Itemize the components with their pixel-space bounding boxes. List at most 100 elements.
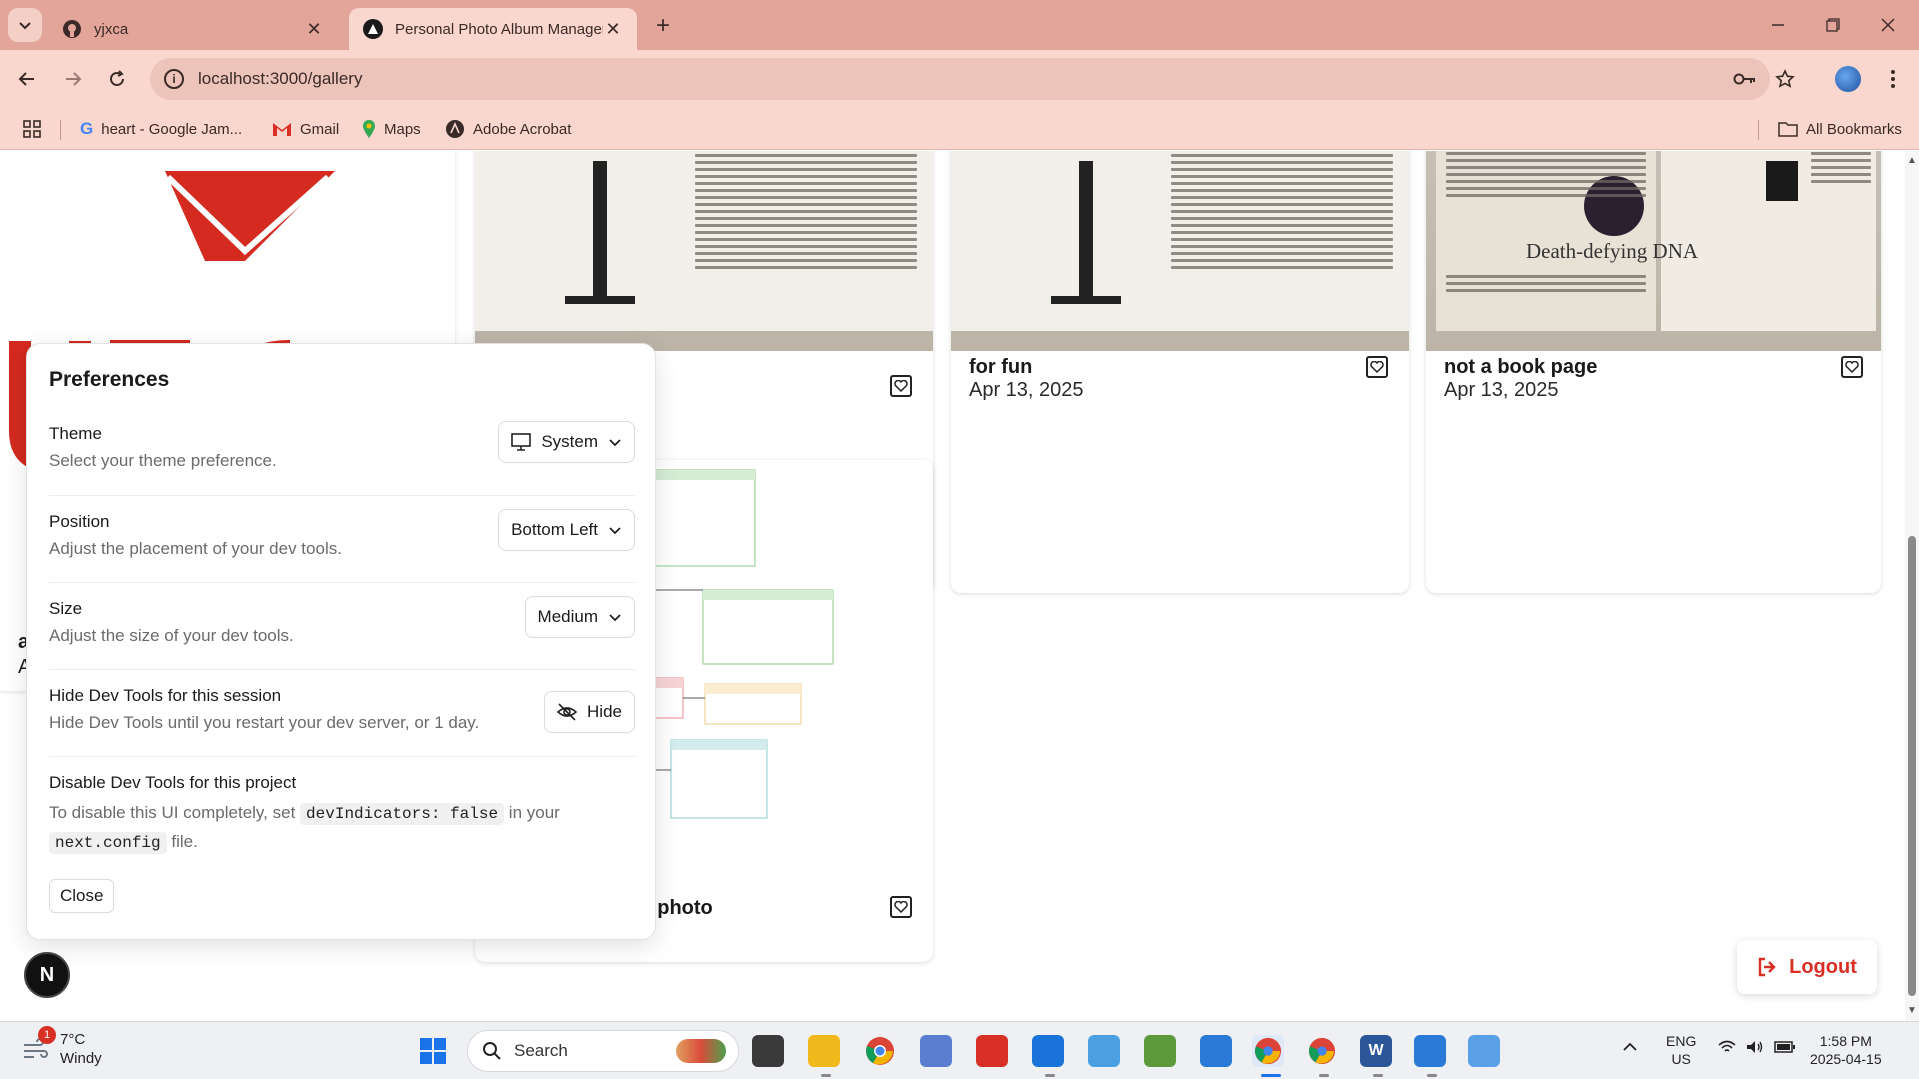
favorite-heart-icon[interactable] [890,375,912,397]
minimize-icon[interactable] [1758,8,1798,42]
kebab-menu-icon[interactable] [1876,62,1910,96]
back-icon[interactable] [10,62,44,96]
system-tray-icons[interactable] [1718,1040,1796,1054]
close-preferences-button[interactable]: Close [49,879,115,913]
favorite-heart-icon[interactable] [890,896,912,918]
logout-label: Logout [1789,955,1857,978]
chevron-down-icon [609,439,621,447]
address-bar[interactable]: i localhost:3000/gallery [150,58,1770,100]
running-indicator [1373,1074,1383,1077]
tab-search-button[interactable] [8,8,42,42]
vscode-icon[interactable] [1032,1035,1064,1067]
taskbar-search[interactable]: Search [467,1030,739,1072]
logout-button[interactable]: Logout [1737,940,1877,994]
preferences-title: Preferences [49,368,170,391]
disable-description: To disable this UI completely, set devIn… [49,799,635,857]
spreadsheet-app-icon[interactable] [1144,1035,1176,1067]
language-indicator[interactable]: ENG US [1666,1032,1696,1068]
visual-studio-icon[interactable] [1200,1035,1232,1067]
search-icon [483,1042,501,1060]
bookmark-acrobat[interactable]: Adobe Acrobat [445,116,571,142]
code-dev-indicators: devIndicators: false [300,803,505,825]
theme-label: Theme [49,424,102,443]
theme-description: Select your theme preference. [49,451,277,470]
close-tab-icon[interactable]: ✕ [603,19,623,40]
language-code: ENG [1666,1033,1697,1049]
bookmark-gmail[interactable]: Gmail [272,116,339,142]
chrome-profile-icon[interactable] [1306,1035,1338,1067]
bookmark-star-icon[interactable] [1768,62,1802,96]
favorite-heart-icon[interactable] [1841,356,1863,378]
disable-desc-text: To disable this UI completely, set [49,803,296,822]
hide-button[interactable]: Hide [544,691,635,733]
tab-strip: yjxca ✕ Personal Photo Album Manager ✕ + [0,0,1919,50]
windows-start-icon[interactable] [417,1035,449,1067]
weather-app-icon[interactable] [1088,1035,1120,1067]
running-indicator [1045,1074,1055,1077]
nextjs-dev-indicator-button[interactable]: N [24,952,70,998]
chrome-icon[interactable] [864,1035,896,1067]
task-view-icon[interactable] [752,1035,784,1067]
acrobat-icon [446,120,464,138]
profile-avatar[interactable] [1831,62,1865,96]
notepad-icon[interactable] [1414,1035,1446,1067]
github-icon [63,20,81,38]
favorite-heart-icon[interactable] [1366,356,1388,378]
forward-icon[interactable] [56,62,90,96]
wifi-icon [1718,1040,1736,1052]
photo-thumbnail[interactable] [951,151,1409,351]
apps-grid-icon[interactable] [22,116,42,142]
sign-out-icon [1758,957,1776,977]
bookmark-heart-google[interactable]: G heart - Google Jam... [80,116,242,142]
new-tab-icon[interactable]: + [650,12,676,40]
bookmark-label: Gmail [300,120,340,138]
password-key-icon[interactable] [1728,62,1762,96]
close-window-icon[interactable] [1868,8,1908,42]
reload-icon[interactable] [100,62,134,96]
palette-icon [676,1039,726,1063]
network-app-icon[interactable] [920,1035,952,1067]
position-row: Position Adjust the placement of your de… [49,496,635,583]
scroll-thumb[interactable] [1908,536,1916,996]
all-bookmarks-button[interactable]: All Bookmarks [1778,116,1902,142]
site-info-icon[interactable]: i [164,69,184,89]
hide-row: Hide Dev Tools for this session Hide Dev… [49,670,635,757]
browser-toolbar: i localhost:3000/gallery [0,50,1919,108]
weather-badge: 1 [38,1026,56,1044]
scroll-up-icon[interactable]: ▲ [1907,155,1917,166]
photo-thumbnail[interactable]: Death-defying DNA [1426,151,1881,351]
search-placeholder: Search [514,1041,568,1060]
dev-tools-preferences-panel: Preferences Theme Select your theme pref… [26,343,656,940]
running-indicator [1319,1074,1329,1077]
photo-date: Apr 13, 2025 [969,379,1084,401]
position-select[interactable]: Bottom Left [498,509,635,551]
weather-widget[interactable]: 1 7°C Windy [22,1026,102,1068]
running-indicator [1427,1074,1437,1077]
tab-photo-album[interactable]: Personal Photo Album Manager ✕ [349,8,637,50]
running-indicator [1261,1074,1281,1077]
position-label: Position [49,512,110,531]
app-icon[interactable] [1468,1035,1500,1067]
chrome-active-icon[interactable] [1252,1035,1284,1067]
disable-desc-text: file. [171,832,198,851]
pdf-reader-icon[interactable] [976,1035,1008,1067]
monitor-icon [511,433,532,451]
size-select[interactable]: Medium [524,596,635,638]
gmail-icon [273,123,291,136]
photo-date: Apr 13, 2025 [1444,379,1559,401]
tab-yjxca[interactable]: yjxca ✕ [48,8,338,50]
page-scrollbar[interactable]: ▲ ▼ [1905,151,1919,1021]
photo-card[interactable]: Death-defying DNA not a book page Apr 13… [1426,151,1881,593]
theme-select[interactable]: System [498,421,635,463]
photo-card[interactable]: for fun Apr 13, 2025 [951,151,1409,593]
bookmark-maps[interactable]: Maps [362,116,421,142]
show-hidden-icons[interactable] [1622,1038,1638,1056]
close-tab-icon[interactable]: ✕ [304,19,324,40]
chevron-down-icon [19,22,31,30]
photo-thumbnail[interactable] [475,151,933,351]
word-icon[interactable]: W [1360,1035,1392,1067]
file-explorer-icon[interactable] [808,1035,840,1067]
restore-icon[interactable] [1813,8,1853,42]
clock[interactable]: 1:58 PM 2025-04-15 [1810,1032,1882,1068]
scroll-down-icon[interactable]: ▼ [1907,1005,1917,1016]
